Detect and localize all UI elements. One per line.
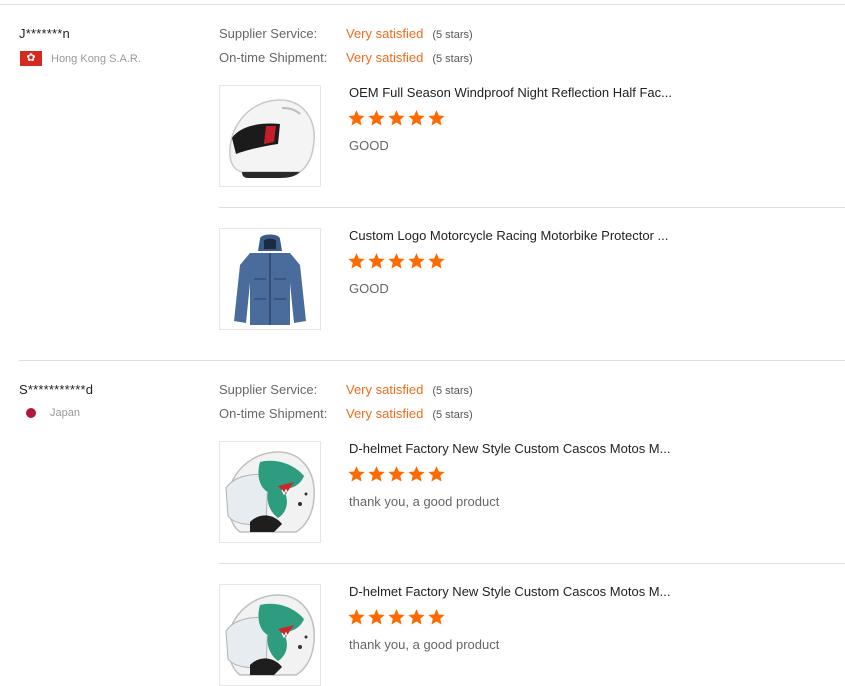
star-icon [348, 466, 365, 482]
rating-label: On-time Shipment: [219, 406, 328, 421]
product-star-rating [347, 252, 446, 270]
product-comment: thank you, a good product [349, 637, 500, 652]
star-icon [368, 110, 385, 126]
star-icon [368, 609, 385, 625]
product-thumbnail[interactable] [219, 85, 321, 187]
product-comment: GOOD [349, 138, 389, 153]
rating-label: On-time Shipment: [219, 50, 328, 65]
buyer-country: Japan [20, 407, 80, 419]
star-icon [388, 609, 405, 625]
star-icon [368, 253, 385, 269]
buyer-name: S***********d [19, 382, 94, 397]
rating-label: Supplier Service: [219, 26, 318, 41]
rating-value: Very satisfied [346, 382, 424, 397]
product-divider [219, 563, 845, 564]
dragon-helmet-icon [225, 594, 315, 676]
white-helmet-icon [229, 99, 315, 178]
product-thumbnail[interactable] [219, 584, 321, 686]
supplier-service-rating: Supplier Service: Very satisfied (5 star… [219, 26, 473, 41]
product-title-link[interactable]: D-helmet Factory New Style Custom Cascos… [349, 441, 670, 456]
product-title-link[interactable]: OEM Full Season Windproof Night Reflecti… [349, 85, 672, 100]
buyer-country: ✿ Hong Kong S.A.R. [20, 51, 141, 66]
star-icon [428, 609, 445, 625]
star-icon [408, 609, 425, 625]
rating-stars-text: (5 stars) [432, 409, 473, 421]
blue-jacket-icon [234, 234, 306, 325]
rating-value: Very satisfied [346, 50, 424, 65]
country-name: Japan [50, 407, 80, 419]
star-icon [348, 110, 365, 126]
country-name: Hong Kong S.A.R. [51, 52, 141, 65]
star-icon [408, 110, 425, 126]
star-icon [348, 609, 365, 625]
star-icon [388, 466, 405, 482]
product-star-rating [347, 608, 446, 626]
star-icon [428, 253, 445, 269]
rating-stars-text: (5 stars) [432, 53, 473, 65]
rating-label: Supplier Service: [219, 382, 318, 397]
product-star-rating [347, 109, 446, 127]
product-review: D-helmet Factory New Style Custom Cascos… [219, 584, 845, 686]
rating-stars-text: (5 stars) [432, 29, 473, 41]
product-star-rating [347, 465, 446, 483]
hong-kong-flag-icon: ✿ [20, 51, 42, 66]
buyer-name: J*******n [19, 26, 70, 41]
supplier-service-rating: Supplier Service: Very satisfied (5 star… [219, 382, 473, 397]
star-icon [388, 253, 405, 269]
product-review: D-helmet Factory New Style Custom Cascos… [219, 441, 845, 543]
product-comment: thank you, a good product [349, 494, 500, 509]
rating-stars-text: (5 stars) [432, 385, 473, 397]
product-thumbnail[interactable] [219, 441, 321, 543]
shipment-rating: On-time Shipment: Very satisfied (5 star… [219, 50, 473, 65]
product-review: OEM Full Season Windproof Night Reflecti… [219, 85, 845, 187]
star-icon [348, 253, 365, 269]
dragon-helmet-icon [225, 451, 315, 533]
product-thumbnail[interactable] [219, 228, 321, 330]
product-comment: GOOD [349, 281, 389, 296]
star-icon [428, 110, 445, 126]
rating-value: Very satisfied [346, 26, 424, 41]
star-icon [408, 466, 425, 482]
shipment-rating: On-time Shipment: Very satisfied (5 star… [219, 406, 473, 421]
product-divider [219, 207, 845, 208]
star-icon [388, 110, 405, 126]
rating-value: Very satisfied [346, 406, 424, 421]
product-review: Custom Logo Motorcycle Racing Motorbike … [219, 228, 845, 330]
star-icon [428, 466, 445, 482]
product-title-link[interactable]: Custom Logo Motorcycle Racing Motorbike … [349, 228, 668, 243]
japan-flag-icon [26, 408, 36, 418]
product-title-link[interactable]: D-helmet Factory New Style Custom Cascos… [349, 584, 670, 599]
review-item: J*******n ✿ Hong Kong S.A.R. Supplier Se… [0, 0, 845, 360]
review-item: S***********d Japan Supplier Service: Ve… [0, 360, 845, 686]
star-icon [408, 253, 425, 269]
star-icon [368, 466, 385, 482]
